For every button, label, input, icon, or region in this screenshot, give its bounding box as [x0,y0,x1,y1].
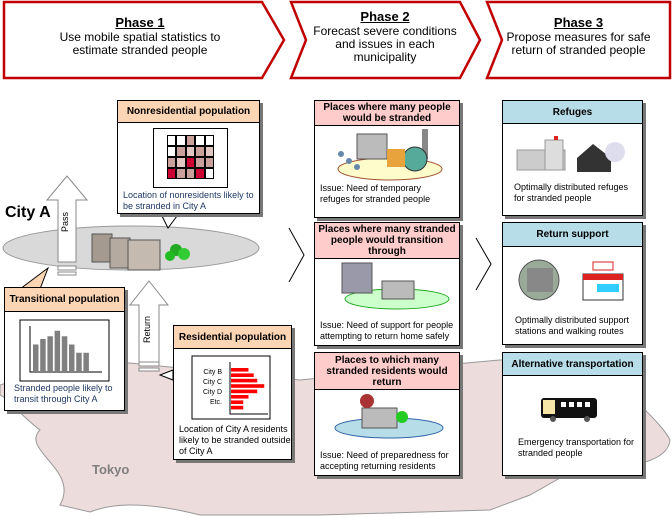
heatmap-cell [176,135,186,146]
heatmap-cell [185,168,196,179]
histogram-bar [40,339,46,372]
heatmap-cell [195,157,205,168]
residential-bar [231,378,258,383]
residential-box: Residential population City B City C City … [173,325,292,460]
city-label: Etc. [209,399,222,406]
residential-bar [231,368,249,372]
issue-box-stranded: Places where many people would be strand… [314,100,460,218]
box-header: Alternative transportation [503,353,642,376]
residential-bar [231,389,258,394]
heatmap-cell [195,146,205,157]
histogram-bar [33,344,39,372]
histogram-bar [69,344,75,372]
heatmap-cell [204,168,214,179]
heatmap-cell [167,157,177,168]
histogram-bar [47,336,53,372]
residential-bar [231,395,249,399]
return-label: Return [142,315,152,343]
heatmap-grid [167,135,214,179]
issue-box-return: Places to which many stranded residents … [314,352,460,476]
measure-box-refuges: Refuges Optimally distributed refuges fo… [502,100,643,216]
histogram-bar [76,352,82,372]
issue-text: Issue: Need of preparedness for acceptin… [320,450,449,471]
refuge-buildings-icon [516,136,625,172]
pass-label: Pass [60,211,70,232]
city-label: City D [202,389,222,396]
measure-text: Optimally distributed refuges for strand… [514,182,629,203]
heatmap-cell [204,157,214,168]
measure-box-return-support: Return support Optimally distributed sup… [502,222,643,345]
city-a-label: City A [5,204,51,221]
stranded-place-illustration [337,129,443,181]
box-header: Transitional population [5,288,124,312]
heatmap-cell [185,135,196,146]
box-caption: Stranded people likely to transit throug… [14,383,113,404]
box-caption: Location of nonresidents likely to be st… [123,190,254,211]
box-header: Refuges [503,101,642,124]
measure-text: Optimally distributed support stations a… [515,315,630,336]
issue-text: Issue: Need of temporary refuges for str… [320,183,431,204]
measure-text: Emergency transportation for stranded pe… [518,437,635,458]
heatmap-cell [176,146,186,157]
heatmap-cell [167,146,177,157]
issue-box-transition: Places where many stranded people would … [314,222,460,346]
city-label: City C [202,379,222,386]
heatmap-cell [204,146,214,157]
return-place-illustration [334,394,444,439]
transition-place-illustration [341,262,450,310]
transitional-box: Transitional population Stranded people … [4,287,125,411]
heatmap-cell [185,157,196,168]
heatmap-cell [167,168,177,179]
box-header: Return support [503,223,642,247]
measure-box-alt-transport: Alternative transportation Emergency tra… [502,352,643,476]
box-header: Places where many people would be strand… [315,101,459,126]
bus-icon [541,398,597,422]
issue-text: Issue: Need of support for people attemp… [320,320,454,341]
box-header: Nonresidential population [118,101,259,123]
heatmap-cell [176,168,186,179]
heatmap-cell [195,135,205,146]
heatmap-cell [185,146,196,157]
box-header: Places to which many stranded residents … [315,353,459,390]
histogram-chart [19,319,110,382]
heatmap-cell [195,168,205,179]
nonresidential-box: Nonresidential population Location of no… [117,100,260,214]
heatmap-cell [167,135,177,146]
residential-bar [231,384,265,388]
histogram-bar [61,336,68,372]
heatmap-cell [176,157,186,168]
box-header: Residential population [174,326,291,349]
station-and-store-icon [518,259,624,301]
histogram-bar [83,352,89,372]
box-header: Places where many stranded people would … [315,223,459,259]
city-label: City B [203,369,222,376]
box-caption: Location of City A residents likely to b… [179,424,291,456]
heatmap-cell [204,135,214,146]
residential-bar [231,373,254,377]
histogram-bar [54,330,61,372]
residential-bar [231,400,244,404]
residential-bar [231,405,244,410]
